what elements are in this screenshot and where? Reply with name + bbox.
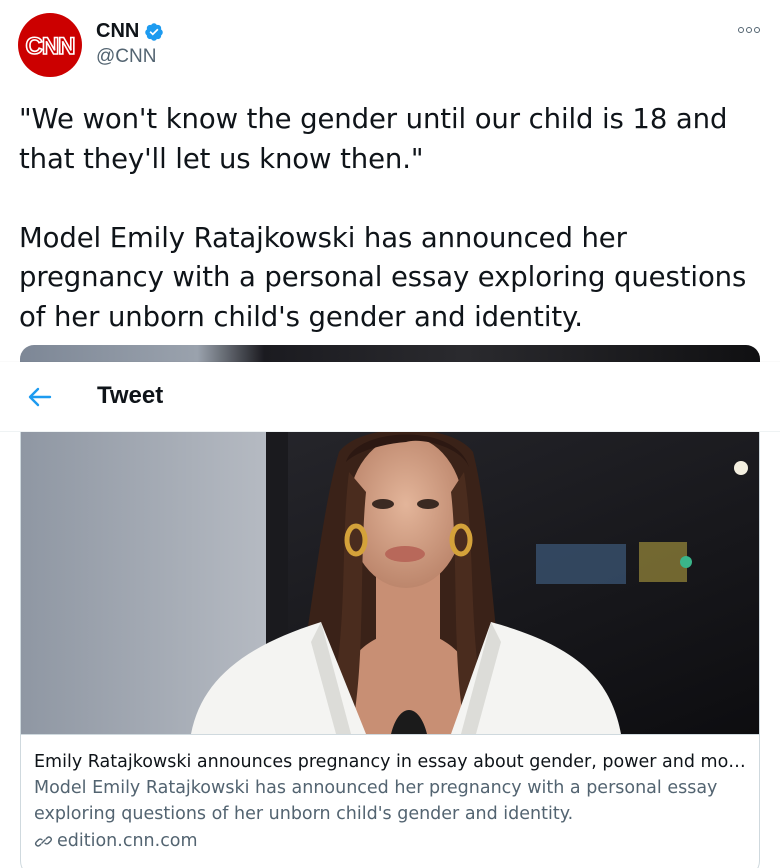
more-dot-icon bbox=[746, 27, 752, 33]
tweet-text: "We won't know the gender until our chil… bbox=[19, 103, 747, 333]
card-domain-row: edition.cnn.com bbox=[34, 828, 748, 854]
tweet-page: CNN CNN @CNN "We won't know the gender u… bbox=[0, 0, 780, 868]
link-card[interactable]: Emily Ratajkowski announces pregnancy in… bbox=[20, 432, 760, 868]
user-name[interactable]: CNN bbox=[96, 20, 139, 43]
more-dot-icon bbox=[754, 27, 760, 33]
more-dot-icon bbox=[738, 27, 744, 33]
card-title: Emily Ratajkowski announces pregnancy in… bbox=[34, 752, 748, 772]
avatar[interactable]: CNN bbox=[18, 13, 82, 77]
arrow-left-icon[interactable] bbox=[26, 384, 54, 410]
more-options-button[interactable] bbox=[738, 22, 762, 38]
card-meta[interactable]: Emily Ratajkowski announces pregnancy in… bbox=[21, 734, 759, 854]
cnn-logo-icon: CNN bbox=[25, 32, 77, 61]
user-handle[interactable]: @CNN bbox=[96, 46, 156, 68]
card-description: Model Emily Ratajkowski has announced he… bbox=[34, 778, 718, 824]
page-title: Tweet bbox=[97, 382, 164, 409]
svg-text:CNN: CNN bbox=[26, 33, 75, 60]
verified-badge-icon bbox=[145, 22, 164, 41]
card-photo bbox=[21, 432, 759, 734]
tweet-header-bar: Tweet bbox=[0, 362, 780, 432]
card-domain: edition.cnn.com bbox=[57, 831, 198, 851]
link-icon bbox=[35, 835, 52, 847]
user-name-row: CNN bbox=[96, 20, 164, 43]
card-image[interactable] bbox=[21, 432, 759, 734]
